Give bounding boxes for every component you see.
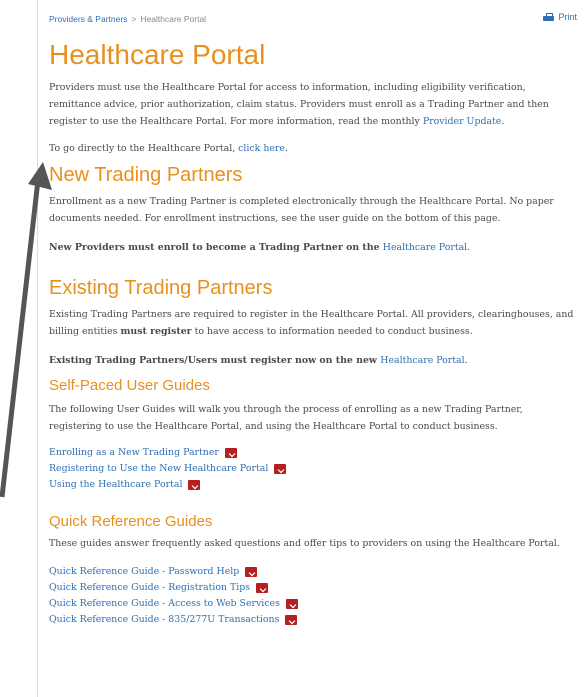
pdf-icon[interactable] bbox=[245, 567, 258, 577]
printer-icon bbox=[543, 12, 555, 22]
provider-update-link[interactable]: Provider Update bbox=[423, 116, 502, 127]
self-paced-guides-heading: Self-Paced User Guides bbox=[49, 377, 210, 394]
breadcrumb-current: Healthcare Portal bbox=[140, 14, 207, 24]
pdf-icon[interactable] bbox=[188, 480, 201, 490]
list-item: Quick Reference Guide - Password Help bbox=[49, 564, 577, 580]
pdf-icon[interactable] bbox=[256, 583, 269, 593]
breadcrumb-providers-partners[interactable]: Providers & Partners bbox=[49, 14, 127, 24]
quick-reference-heading: Quick Reference Guides bbox=[49, 513, 213, 530]
left-border bbox=[37, 0, 38, 697]
qrg-link-registration-tips[interactable]: Quick Reference Guide - Registration Tip… bbox=[49, 580, 250, 596]
new-providers-portal-link[interactable]: Healthcare Portal bbox=[383, 242, 467, 253]
existing-partners-portal-link[interactable]: Healthcare Portal bbox=[380, 355, 464, 366]
list-item: Using the Healthcare Portal bbox=[49, 477, 577, 493]
breadcrumb: Providers & Partners > Healthcare Portal bbox=[49, 14, 206, 24]
pdf-icon[interactable] bbox=[274, 464, 287, 474]
quick-guides-list: Quick Reference Guide - Password Help Qu… bbox=[49, 564, 577, 628]
guide-link-registering[interactable]: Registering to Use the New Healthcare Po… bbox=[49, 461, 268, 477]
intro-paragraph: Providers must use the Healthcare Portal… bbox=[49, 82, 549, 127]
qrg-link-835-277u[interactable]: Quick Reference Guide - 835/277U Transac… bbox=[49, 612, 279, 628]
main-content: Providers & Partners > Healthcare Portal P… bbox=[49, 0, 577, 628]
top-bar: Providers & Partners > Healthcare Portal P… bbox=[49, 0, 577, 30]
list-item: Enrolling as a New Trading Partner bbox=[49, 445, 577, 461]
breadcrumb-separator: > bbox=[131, 14, 137, 24]
new-partners-paragraph: Enrollment as a new Trading Partner is c… bbox=[49, 196, 554, 224]
qrg-link-password-help[interactable]: Quick Reference Guide - Password Help bbox=[49, 564, 239, 580]
guide-link-using-portal[interactable]: Using the Healthcare Portal bbox=[49, 477, 182, 493]
list-item: Quick Reference Guide - Registration Tip… bbox=[49, 580, 577, 596]
guide-link-enrolling[interactable]: Enrolling as a New Trading Partner bbox=[49, 445, 219, 461]
pdf-icon[interactable] bbox=[224, 448, 237, 458]
pdf-icon[interactable] bbox=[285, 615, 298, 625]
list-item: Registering to Use the New Healthcare Po… bbox=[49, 461, 577, 477]
existing-trading-partners-heading: Existing Trading Partners bbox=[49, 277, 273, 299]
existing-partners-cta: Existing Trading Partners/Users must reg… bbox=[49, 355, 468, 366]
click-here-link[interactable]: click here bbox=[238, 143, 285, 154]
list-item: Quick Reference Guide - 835/277U Transac… bbox=[49, 612, 577, 628]
qrg-link-web-services[interactable]: Quick Reference Guide - Access to Web Se… bbox=[49, 596, 280, 612]
new-providers-cta: New Providers must enroll to become a Tr… bbox=[49, 242, 471, 253]
pdf-icon[interactable] bbox=[285, 599, 298, 609]
user-guides-paragraph: The following User Guides will walk you … bbox=[49, 404, 523, 432]
existing-partners-paragraph: Existing Trading Partners are required t… bbox=[49, 309, 574, 337]
new-trading-partners-heading: New Trading Partners bbox=[49, 164, 243, 186]
user-guides-list: Enrolling as a New Trading Partner Regis… bbox=[49, 445, 577, 493]
list-item: Quick Reference Guide - Access to Web Se… bbox=[49, 596, 577, 612]
quick-guides-paragraph: These guides answer frequently asked que… bbox=[49, 538, 560, 549]
print-label: Print bbox=[558, 12, 577, 22]
print-button[interactable]: Print bbox=[543, 12, 577, 22]
page-title: Healthcare Portal bbox=[49, 39, 266, 70]
direct-access-paragraph: To go directly to the Healthcare Portal,… bbox=[49, 143, 288, 154]
